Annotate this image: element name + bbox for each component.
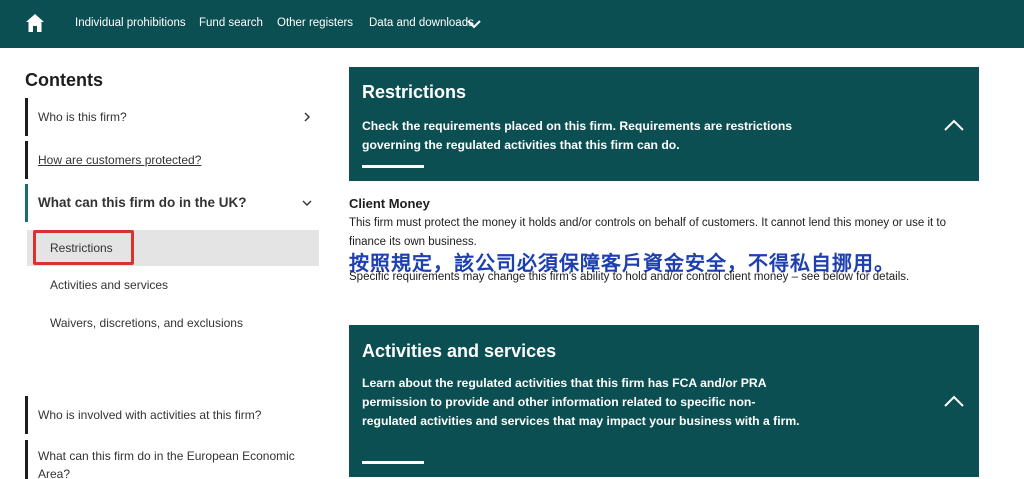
chevron-down-icon[interactable] [467,17,481,31]
client-money-note: Specific requirements may change this fi… [349,271,910,283]
sidebar-item-label: What can this firm do in the UK? [38,195,247,210]
sidebar-item-eea[interactable]: What can this firm do in the European Ec… [25,440,310,479]
chevron-up-icon[interactable] [944,119,964,131]
activities-title: Activities and services [362,341,557,361]
restrictions-title: Restrictions [362,82,467,102]
panel-divider [362,165,424,168]
sidebar-item-what-can-firm-do-uk[interactable]: What can this firm do in the UK? [25,184,320,222]
chevron-up-icon[interactable] [944,395,964,407]
nav-data-and-downloads[interactable]: Data and downloads [369,16,474,30]
nav-individual-prohibitions[interactable]: Individual prohibitions [75,16,186,30]
activities-panel: Activities and services Learn about the … [349,325,979,477]
highlight-box [33,230,134,265]
chevron-right-icon [304,112,310,122]
sidebar-item-label: Who is involved with activities at this … [38,408,262,422]
subitem-waivers[interactable]: Waivers, discretions, and exclusions [50,316,243,330]
sidebar-item-who-is-this-firm[interactable]: Who is this firm? [25,98,320,136]
panel-divider [362,461,424,464]
top-navigation-bar: Individual prohibitions Fund search Othe… [0,0,1024,48]
restrictions-panel: Restrictions Check the requirements plac… [349,67,979,181]
nav-fund-search[interactable]: Fund search [199,16,263,30]
sidebar-item-label: How are customers protected? [38,153,202,167]
nav-other-registers[interactable]: Other registers [277,16,353,30]
activities-description: Learn about the regulated activities tha… [362,376,800,428]
chevron-down-icon [302,200,312,206]
sidebar-item-label: Who is this firm? [38,110,127,124]
sidebar-item-customer-protection[interactable]: How are customers protected? [25,141,320,179]
restrictions-description: Check the requirements placed on this fi… [362,119,793,152]
sidebar-item-who-is-involved[interactable]: Who is involved with activities at this … [25,396,320,434]
home-icon[interactable] [24,12,46,34]
client-money-title: Client Money [349,196,430,211]
subitem-activities-and-services[interactable]: Activities and services [50,278,168,292]
sidebar-item-label: What can this firm do in the European Ec… [38,449,295,479]
contents-heading: Contents [25,70,103,90]
